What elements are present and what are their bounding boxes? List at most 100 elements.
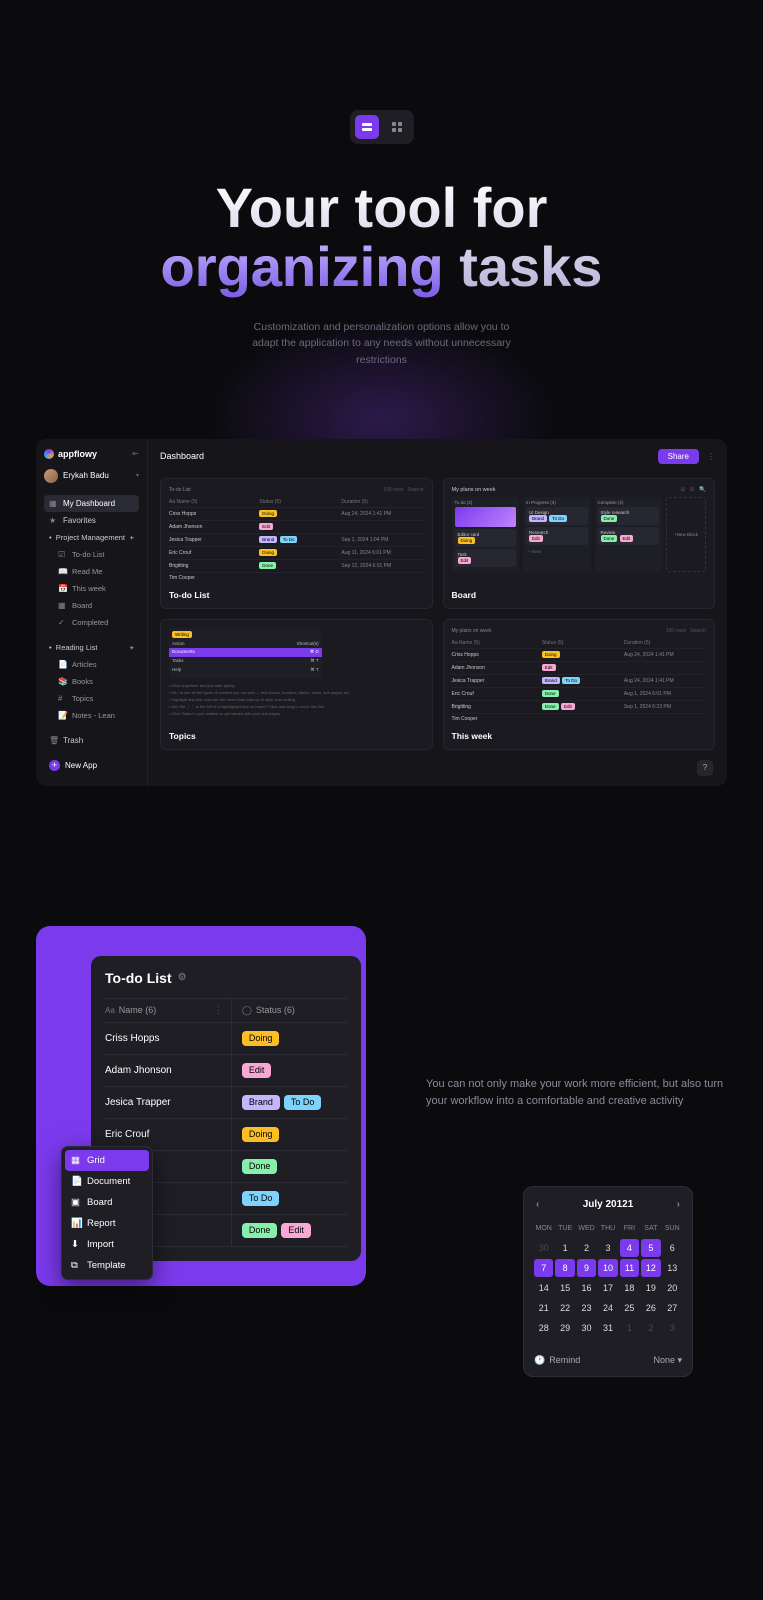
plus-icon[interactable]: +: [130, 533, 134, 542]
cal-day[interactable]: 22: [555, 1299, 574, 1317]
cal-day[interactable]: 1: [555, 1239, 574, 1257]
table-row[interactable]: Criss HoppsDoingAug 24, 2024 1:41 PM: [169, 507, 424, 520]
table-row[interactable]: Adam JhonsonEdit: [452, 661, 707, 674]
cal-day[interactable]: 30: [577, 1319, 596, 1337]
nav-trash[interactable]: 🗑Trash: [44, 724, 139, 749]
nav-favorites[interactable]: ★Favorites: [44, 512, 139, 529]
ctx-item-document[interactable]: 📄Document: [65, 1171, 149, 1192]
menu-row[interactable]: Help⌘ T: [172, 666, 319, 675]
cal-day[interactable]: 20: [663, 1279, 682, 1297]
table-row[interactable]: Eric CroufDoneAug 1, 2024 6:01 PM: [452, 687, 707, 700]
nav-item[interactable]: ▦Board: [44, 597, 139, 614]
table-row[interactable]: Criss HoppsDoing: [105, 1023, 347, 1055]
cal-day[interactable]: 18: [620, 1279, 639, 1297]
help-icon[interactable]: ?: [697, 760, 713, 776]
cal-day[interactable]: 6: [663, 1239, 682, 1257]
table-row[interactable]: Adam JhonsonEdit: [105, 1055, 347, 1087]
card-todo[interactable]: To-do List100 rows Search Aa Name (5) St…: [160, 478, 433, 609]
cal-day[interactable]: 23: [577, 1299, 596, 1317]
cal-day[interactable]: 21: [534, 1299, 553, 1317]
menu-row[interactable]: ActionShortcut(s): [172, 640, 319, 648]
menu-row[interactable]: Documents⌘ D: [169, 648, 322, 657]
plus-icon[interactable]: +: [130, 643, 134, 652]
share-button[interactable]: Share: [658, 449, 699, 464]
col-more-icon[interactable]: ⋮: [214, 1005, 231, 1016]
new-app-button[interactable]: +New App: [44, 755, 139, 776]
import-icon: ⬇: [71, 1239, 81, 1249]
remind-label[interactable]: 🕐Remind: [534, 1355, 580, 1366]
cal-day[interactable]: 17: [598, 1279, 617, 1297]
cal-day[interactable]: 9: [577, 1259, 596, 1277]
ctx-item-import[interactable]: ⬇Import: [65, 1234, 149, 1255]
cal-day[interactable]: 27: [663, 1299, 682, 1317]
cal-day[interactable]: 2: [577, 1239, 596, 1257]
nav-item[interactable]: 📝Notes - Lean: [44, 707, 139, 724]
cal-day[interactable]: 5: [641, 1239, 660, 1257]
cal-day[interactable]: 19: [641, 1279, 660, 1297]
table-row[interactable]: Jesica TrapperBrand To DoSep 1, 2024 1:0…: [169, 533, 424, 546]
table-row[interactable]: BrigittingDoneSep 12, 2024 6:01 PM: [169, 559, 424, 572]
board-new-block[interactable]: + New Block: [666, 497, 706, 572]
cal-day[interactable]: 29: [555, 1319, 574, 1337]
cal-day[interactable]: 1: [620, 1319, 639, 1337]
table-row[interactable]: Jesica TrapperBrandTo Do: [105, 1087, 347, 1119]
cal-day[interactable]: 13: [663, 1259, 682, 1277]
cal-next-icon[interactable]: ›: [675, 1197, 682, 1212]
nav-item[interactable]: 📖Read Me: [44, 563, 139, 580]
card-thisweek[interactable]: My plans on week100 rows Search Aa Name …: [443, 619, 716, 750]
cal-day[interactable]: 2: [641, 1319, 660, 1337]
cal-day[interactable]: 3: [663, 1319, 682, 1337]
cal-day[interactable]: 14: [534, 1279, 553, 1297]
ctx-item-template[interactable]: ⧉Template: [65, 1255, 149, 1276]
ctx-item-report[interactable]: 📊Report: [65, 1213, 149, 1234]
user-menu[interactable]: Erykah Badu ▾: [44, 469, 139, 483]
cal-day[interactable]: 30: [534, 1239, 553, 1257]
cal-day[interactable]: 24: [598, 1299, 617, 1317]
nav-item[interactable]: 📄Articles: [44, 656, 139, 673]
table-row[interactable]: Eric CroufDoingAug 11, 2024 6:01 PM: [169, 546, 424, 559]
table-row[interactable]: Tim Cooper: [169, 572, 424, 584]
table-row[interactable]: Adam JhonsonEdit: [169, 520, 424, 533]
menu-row[interactable]: Tasks⌘ T: [172, 657, 319, 666]
nav-item[interactable]: ✓Completed: [44, 614, 139, 631]
cal-day[interactable]: 8: [555, 1259, 574, 1277]
cal-day[interactable]: 12: [641, 1259, 660, 1277]
table-row[interactable]: Jesica TrapperBrand To DoAug 24, 2024 1:…: [452, 674, 707, 687]
cal-dow: WED: [577, 1222, 596, 1235]
ctx-item-board[interactable]: ▣Board: [65, 1192, 149, 1213]
cal-day[interactable]: 3: [598, 1239, 617, 1257]
cal-day[interactable]: 11: [620, 1259, 639, 1277]
grid-view-icon[interactable]: [385, 115, 409, 139]
chevron-down-icon: ▾: [136, 472, 139, 479]
table-row[interactable]: BrigittingDone EditSep 1, 2024 6:23 PM: [452, 700, 707, 713]
list-view-icon[interactable]: [355, 115, 379, 139]
cal-day[interactable]: 15: [555, 1279, 574, 1297]
cal-day[interactable]: 10: [598, 1259, 617, 1277]
card-board[interactable]: My plans on week⊞ ⚙ 🔍 To do (2) Editor c…: [443, 478, 716, 609]
cal-day[interactable]: 26: [641, 1299, 660, 1317]
nav-item[interactable]: ☑To-do List: [44, 546, 139, 563]
cal-day[interactable]: 16: [577, 1279, 596, 1297]
table-row[interactable]: Tim Cooper: [452, 713, 707, 725]
nav-dashboard[interactable]: ▦My Dashboard: [44, 495, 139, 512]
cal-day[interactable]: 25: [620, 1299, 639, 1317]
nav-item[interactable]: 📅This week: [44, 580, 139, 597]
ctx-item-grid[interactable]: ▦Grid: [65, 1150, 149, 1171]
cal-day[interactable]: 31: [598, 1319, 617, 1337]
card-topics[interactable]: Writing ActionShortcut(s)Documents⌘ DTas…: [160, 619, 433, 750]
nav-item[interactable]: #Topics: [44, 690, 139, 707]
nav-item[interactable]: 📚Books: [44, 673, 139, 690]
gear-icon[interactable]: ⚙: [178, 972, 187, 983]
collapse-sidebar-icon[interactable]: ⇤: [132, 449, 139, 458]
cal-prev-icon[interactable]: ‹: [534, 1197, 541, 1212]
nav-section[interactable]: • Project Management+: [44, 529, 139, 546]
nav-section[interactable]: • Reading List+: [44, 639, 139, 656]
cal-day[interactable]: 7: [534, 1259, 553, 1277]
remind-value[interactable]: None ▾: [653, 1355, 682, 1366]
cal-day[interactable]: 4: [620, 1239, 639, 1257]
table-row[interactable]: Criss HoppsDoingAug 24, 2024 1:41 PM: [452, 648, 707, 661]
cal-day[interactable]: 28: [534, 1319, 553, 1337]
bullet-line: Highlight any text, and use the menu tha…: [169, 696, 424, 703]
more-icon[interactable]: ⋮: [707, 452, 715, 461]
nav-icon: ✓: [58, 618, 67, 627]
